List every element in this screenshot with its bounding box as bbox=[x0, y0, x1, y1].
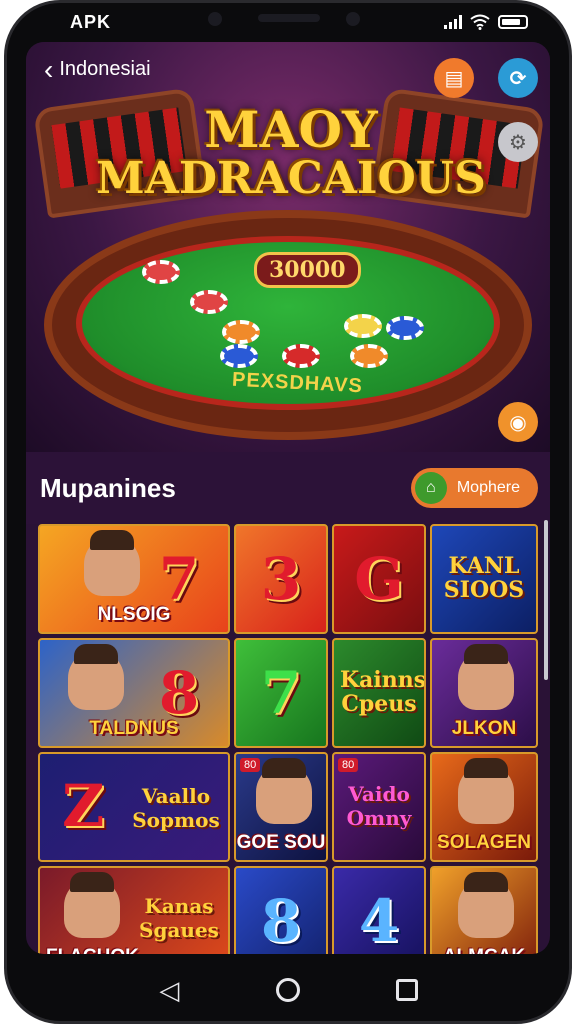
tile-number: 7 bbox=[260, 659, 302, 727]
scrollbar[interactable] bbox=[544, 520, 548, 680]
felt-label: PEXSDHAVS bbox=[231, 368, 364, 398]
chip-icon bbox=[344, 314, 382, 338]
wifi-icon bbox=[470, 14, 490, 30]
player-avatar bbox=[256, 758, 312, 824]
game-tile[interactable]: SOLAGEN bbox=[430, 752, 538, 862]
tile-number: 8 bbox=[158, 659, 200, 727]
back-nav-button[interactable]: ◁ bbox=[149, 970, 189, 1010]
chip-icon bbox=[142, 260, 180, 284]
refresh-icon: ⟳ bbox=[509, 67, 527, 90]
game-tile[interactable]: 3 bbox=[234, 524, 328, 634]
back-button[interactable]: ‹ Indonesiai bbox=[44, 53, 151, 85]
chip-icon bbox=[190, 290, 228, 314]
game-tile[interactable]: ALMCAK bbox=[430, 866, 538, 954]
tile-number: 3 bbox=[260, 545, 302, 613]
chevron-left-icon: ‹ bbox=[44, 53, 54, 85]
system-nav-bar: ◁ bbox=[0, 956, 576, 1024]
tile-number: 4 bbox=[358, 887, 400, 954]
section-title: Mupanines bbox=[40, 472, 176, 503]
hero-title-line2: MADRACAIOUS bbox=[96, 153, 486, 204]
chip-icon bbox=[220, 344, 258, 368]
tile-title: Vaido Omny bbox=[346, 782, 412, 830]
game-tile[interactable]: Z Vaallo Sopmos bbox=[38, 752, 230, 862]
tile-caption: NLSOIG bbox=[97, 604, 171, 625]
game-tile[interactable]: KANL SIOOS bbox=[430, 524, 538, 634]
status-icons bbox=[444, 14, 528, 30]
section-header: Mupanines ⌂ Mophere bbox=[26, 452, 550, 524]
player-avatar bbox=[84, 530, 140, 596]
chip-stack-icon: ◉ bbox=[509, 411, 527, 434]
chip-icon bbox=[350, 344, 388, 368]
tile-number: 7 bbox=[158, 545, 200, 613]
recents-square-icon bbox=[395, 979, 418, 1001]
game-tile[interactable]: 4 bbox=[332, 866, 426, 954]
tile-title: KANL SIOOS bbox=[443, 553, 525, 603]
tile-badge: 80 bbox=[240, 758, 261, 772]
roulette-table: PEXSDHAVS bbox=[44, 210, 532, 440]
settings-button[interactable]: ⚙ bbox=[498, 122, 538, 162]
game-tile[interactable]: 80 Vaido Omny bbox=[332, 752, 426, 862]
signal-icon bbox=[444, 15, 462, 29]
chip-button[interactable]: ◉ bbox=[498, 402, 538, 442]
carrier-label: APK bbox=[70, 11, 112, 32]
chip-icon bbox=[222, 320, 260, 344]
tile-number: G bbox=[354, 545, 404, 613]
chart-icon: ⌂ bbox=[414, 472, 447, 504]
status-bar: APK bbox=[0, 0, 576, 44]
hero-title-line1: MAOY bbox=[204, 100, 378, 159]
back-label: Indonesiai bbox=[59, 58, 151, 80]
battery-icon bbox=[498, 15, 528, 29]
menu-button[interactable]: ▤ bbox=[434, 58, 474, 98]
game-tile[interactable]: 7 NLSOIG bbox=[38, 524, 230, 634]
game-tile[interactable]: Kanas Sgaues FLACHOK bbox=[38, 866, 230, 954]
game-tile[interactable]: Kainns Cpeus bbox=[332, 638, 426, 748]
bet-counter: 30000 bbox=[254, 252, 361, 288]
more-label: Mophere bbox=[456, 479, 520, 496]
game-tile[interactable]: JLKON bbox=[430, 638, 538, 748]
tile-number: 8 bbox=[260, 887, 302, 954]
tile-badge: 80 bbox=[338, 758, 359, 772]
tile-title: Kainns Cpeus bbox=[340, 667, 426, 717]
more-button[interactable]: ⌂ Mophere bbox=[410, 468, 538, 508]
dealer-avatar bbox=[458, 758, 514, 824]
hero-banner[interactable]: PEXSDHAVS 30000 MAOY MADRACAIOUS ‹ Indon… bbox=[26, 42, 550, 452]
game-tile[interactable]: G bbox=[332, 524, 426, 634]
game-tile[interactable]: 80 GOE SOU bbox=[234, 752, 328, 862]
tile-caption: FLACHOK bbox=[40, 946, 228, 954]
hero-title: MAOY MADRACAIOUS bbox=[86, 104, 496, 202]
player-avatar bbox=[68, 644, 124, 710]
tile-title: Vaallo Sopmos bbox=[132, 784, 220, 832]
tile-caption: ALMCAK bbox=[432, 946, 536, 954]
game-tile[interactable]: 8 bbox=[234, 866, 328, 954]
dealer-avatar bbox=[458, 644, 514, 710]
game-tile[interactable]: 8 TALDNUS bbox=[38, 638, 230, 748]
tile-number: Z bbox=[62, 772, 105, 840]
tile-caption: SOLAGEN bbox=[437, 832, 531, 853]
recents-nav-button[interactable] bbox=[387, 970, 427, 1010]
tile-caption: TALDNUS bbox=[89, 718, 179, 739]
home-circle-icon bbox=[275, 978, 300, 1002]
refresh-button[interactable]: ⟳ bbox=[498, 58, 538, 98]
app-screen: PEXSDHAVS 30000 MAOY MADRACAIOUS ‹ Indon… bbox=[26, 42, 550, 954]
game-tile[interactable]: 7 bbox=[234, 638, 328, 748]
home-nav-button[interactable] bbox=[268, 970, 308, 1010]
gear-icon: ⚙ bbox=[509, 131, 527, 154]
chip-icon bbox=[282, 344, 320, 368]
player-avatar bbox=[458, 872, 514, 938]
tile-caption: JLKON bbox=[451, 718, 517, 739]
games-grid: 7 NLSOIG 3 G KANL SIOOS 8 TALDNUS 7 Kain… bbox=[38, 524, 538, 954]
tile-title: Kanas Sgaues bbox=[139, 894, 219, 942]
tile-caption: GOE SOU bbox=[236, 832, 326, 853]
chip-icon bbox=[386, 316, 424, 340]
player-avatar bbox=[64, 872, 120, 938]
menu-icon: ▤ bbox=[444, 67, 464, 90]
back-triangle-icon: ◁ bbox=[159, 974, 180, 1005]
